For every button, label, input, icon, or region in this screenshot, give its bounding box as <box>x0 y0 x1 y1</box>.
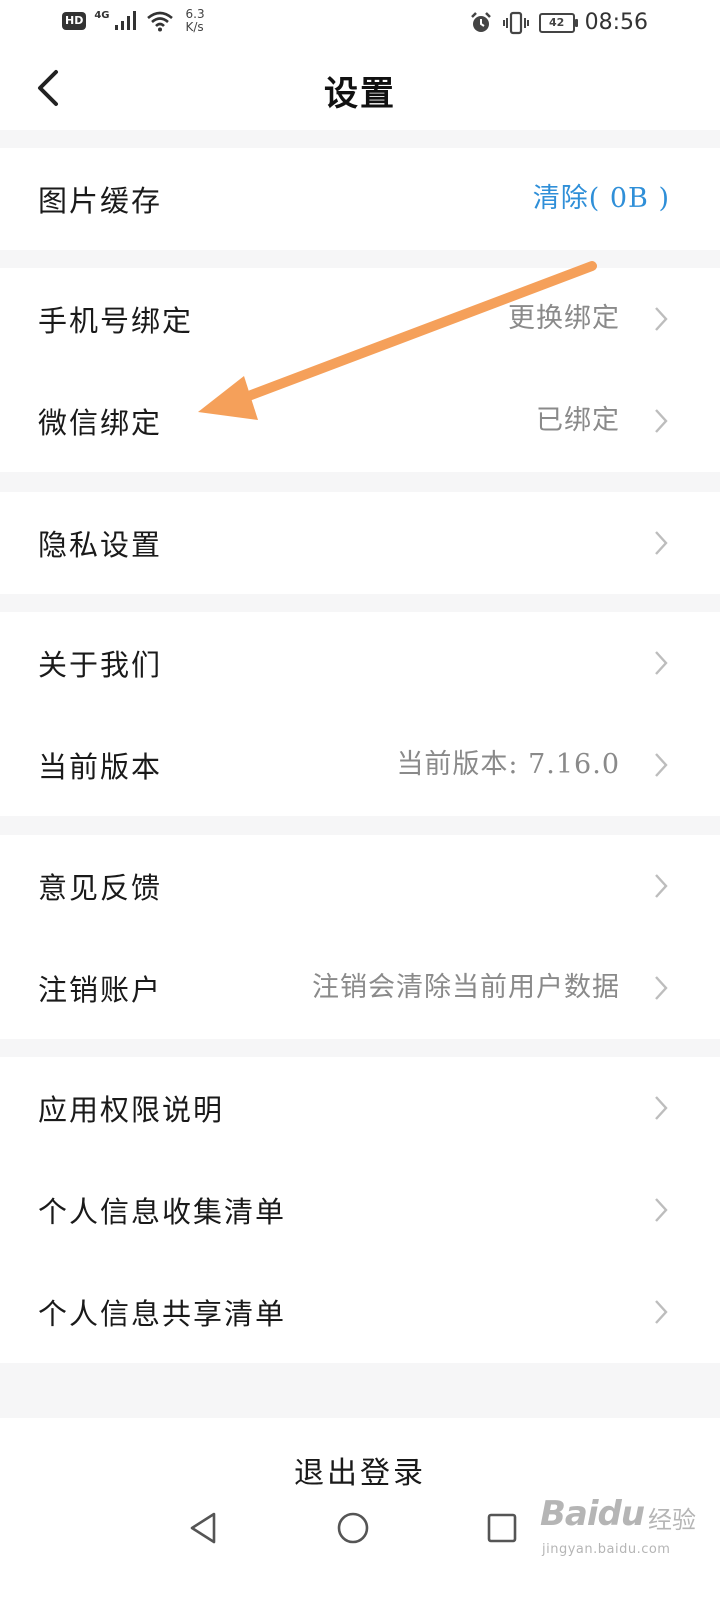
chevron-right-icon <box>655 307 668 331</box>
row-feedback[interactable]: 意见反馈 <box>0 835 720 937</box>
baidu-watermark: Baidu 经验 jingyan.baidu.com <box>540 1490 710 1570</box>
row-label: 应用权限说明 <box>38 1093 225 1127</box>
row-personal-info-collection[interactable]: 个人信息收集清单 <box>0 1159 720 1261</box>
chevron-right-icon <box>655 1198 668 1222</box>
wifi-icon <box>146 11 173 32</box>
clock: 08:56 <box>584 10 648 35</box>
network-speed: 6.3 K/s <box>186 8 205 34</box>
triangle-back-icon[interactable] <box>186 1510 220 1546</box>
clear-cache-link[interactable]: 清除( 0B ) <box>533 148 670 250</box>
alarm-icon <box>470 11 491 32</box>
chevron-right-icon <box>655 976 668 1000</box>
speed-unit: K/s <box>185 20 204 34</box>
hd-badge: HD <box>62 12 87 30</box>
row-delete-account[interactable]: 注销账户 注销会清除当前用户数据 <box>0 937 720 1039</box>
row-label: 意见反馈 <box>38 871 163 905</box>
section-permissions: 应用权限说明 个人信息收集清单 个人信息共享清单 <box>0 1057 720 1363</box>
status-bar-right: 42 08:56 <box>469 10 648 35</box>
row-value: 更换绑定 <box>508 303 620 334</box>
battery-icon: 42 <box>538 12 578 33</box>
section-account: 意见反馈 注销账户 注销会清除当前用户数据 <box>0 835 720 1039</box>
row-label: 个人信息共享清单 <box>38 1297 287 1331</box>
chevron-right-icon <box>655 409 668 433</box>
status-bar-left: HD 4G 6.3 K/s <box>62 8 205 34</box>
row-value: 注销会清除当前用户数据 <box>312 972 620 1003</box>
row-current-version[interactable]: 当前版本 当前版本: 7.16.0 <box>0 714 720 816</box>
circle-home-icon[interactable] <box>336 1511 370 1545</box>
section-about: 关于我们 当前版本 当前版本: 7.16.0 <box>0 612 720 816</box>
chevron-right-icon <box>655 651 668 675</box>
chevron-right-icon <box>655 753 668 777</box>
signal-icon <box>114 11 136 30</box>
row-label: 隐私设置 <box>38 528 163 562</box>
row-label: 注销账户 <box>38 973 163 1007</box>
status-bar: HD 4G 6.3 K/s 42 08:56 <box>0 0 720 48</box>
row-value: 已绑定 <box>536 405 620 436</box>
network-type: 4G <box>94 9 110 21</box>
row-app-permissions[interactable]: 应用权限说明 <box>0 1057 720 1159</box>
row-image-cache[interactable]: 图片缓存 清除( 0B ) <box>0 148 720 250</box>
vibrate-icon <box>502 11 529 34</box>
row-label: 图片缓存 <box>38 184 163 218</box>
section-cache: 图片缓存 清除( 0B ) <box>0 148 720 250</box>
section-privacy: 隐私设置 <box>0 492 720 594</box>
row-value: 当前版本: 7.16.0 <box>396 749 620 780</box>
section-binding: 手机号绑定 更换绑定 微信绑定 已绑定 <box>0 268 720 472</box>
row-about-us[interactable]: 关于我们 <box>0 612 720 714</box>
page-title: 设置 <box>324 74 396 114</box>
row-label: 当前版本 <box>38 750 163 784</box>
row-label: 手机号绑定 <box>38 304 194 338</box>
row-privacy-settings[interactable]: 隐私设置 <box>0 492 720 594</box>
square-recents-icon[interactable] <box>486 1512 518 1544</box>
watermark-url: jingyan.baidu.com <box>542 1542 671 1557</box>
chevron-right-icon <box>655 874 668 898</box>
row-label: 个人信息收集清单 <box>38 1195 287 1229</box>
chevron-right-icon <box>655 1096 668 1120</box>
row-wechat-binding[interactable]: 微信绑定 已绑定 <box>0 370 720 472</box>
logout-button[interactable]: 退出登录 <box>0 1448 720 1492</box>
row-phone-binding[interactable]: 手机号绑定 更换绑定 <box>0 268 720 370</box>
chevron-right-icon <box>655 531 668 555</box>
row-label: 微信绑定 <box>38 406 163 440</box>
row-personal-info-sharing[interactable]: 个人信息共享清单 <box>0 1261 720 1363</box>
row-label: 关于我们 <box>38 648 163 682</box>
top-navigation-bar: 设置 <box>0 48 720 130</box>
watermark-brand-cn: 经验 <box>648 1506 696 1534</box>
watermark-brand: Baidu <box>540 1494 645 1534</box>
chevron-right-icon <box>655 1300 668 1324</box>
